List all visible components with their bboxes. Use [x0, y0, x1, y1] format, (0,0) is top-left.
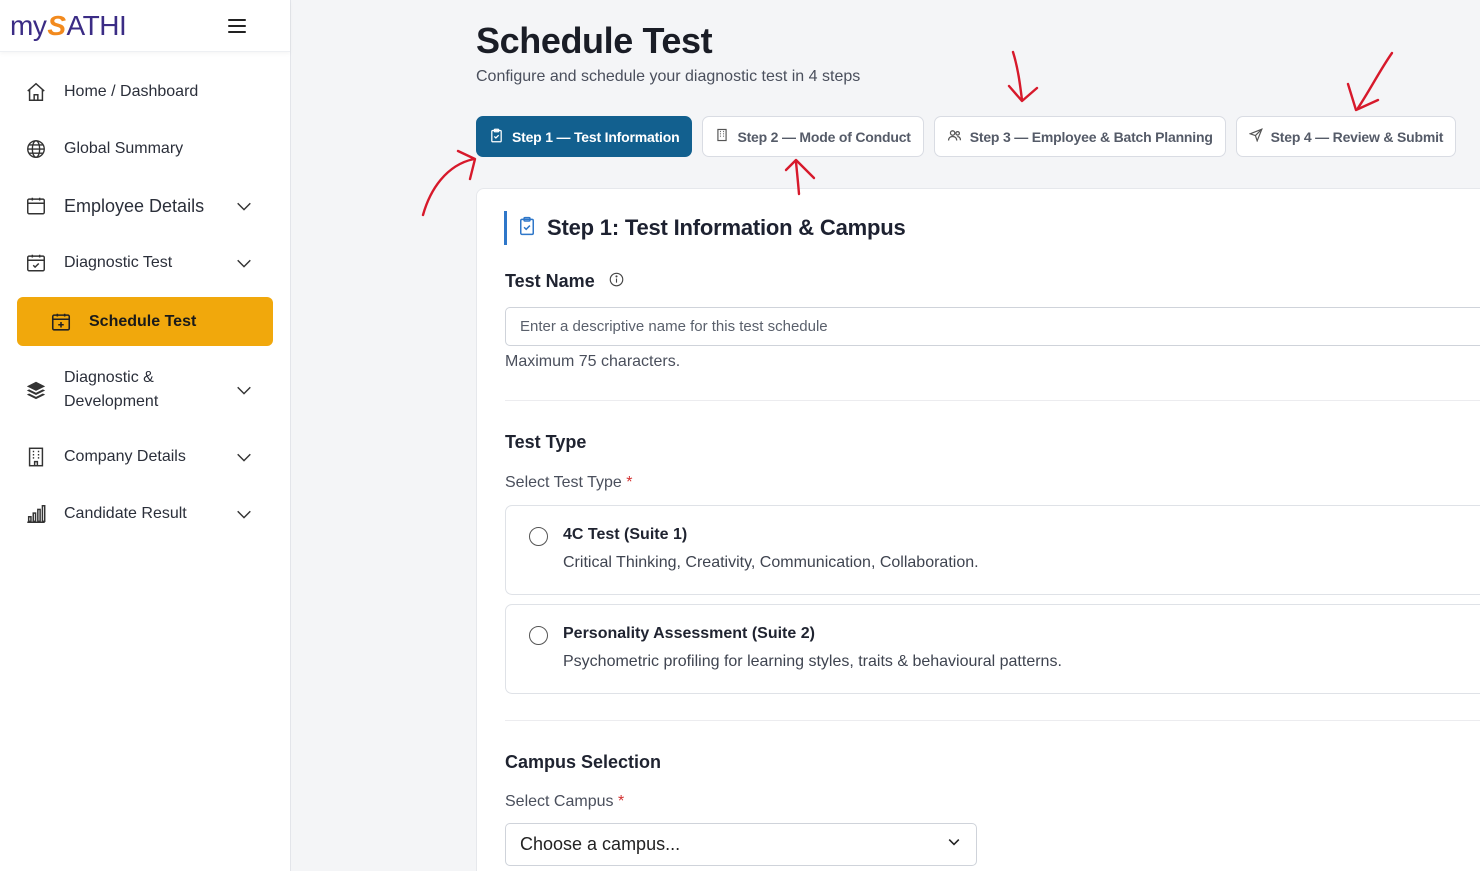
test-type-heading: Test Type	[505, 432, 587, 452]
step-1-card: Step 1: Test Information & Campus Test N…	[476, 188, 1480, 871]
option-description: Psychometric profiling for learning styl…	[563, 653, 1062, 670]
chevron-down-icon	[946, 834, 962, 855]
send-icon	[1248, 128, 1263, 145]
page-subtitle: Configure and schedule your diagnostic t…	[476, 68, 861, 85]
divider	[505, 400, 1480, 401]
main-content: Schedule Test Configure and schedule you…	[292, 0, 1480, 871]
divider	[505, 720, 1480, 721]
step-tab-3[interactable]: Step 3 — Employee & Batch Planning	[933, 116, 1226, 157]
clipboard-check-icon	[517, 216, 537, 241]
calendar-plus-icon	[49, 310, 73, 334]
sidebar-item-candidate-result[interactable]: Candidate Result	[0, 485, 290, 542]
chevron-down-icon[interactable]	[234, 447, 254, 467]
menu-toggle-icon[interactable]	[228, 18, 246, 33]
required-mark: *	[617, 793, 625, 810]
section-title: Step 1: Test Information & Campus	[547, 215, 906, 240]
test-type-option-personality[interactable]: Personality Assessment (Suite 2) Psychom…	[505, 604, 1480, 694]
test-name-label-row: Test Name	[505, 271, 624, 292]
test-type-label-text: Select Test Type	[505, 474, 622, 491]
step-tab-label: Step 2 — Mode of Conduct	[737, 128, 911, 145]
chevron-down-icon[interactable]	[234, 196, 254, 216]
sidebar-item-global-summary[interactable]: Global Summary	[0, 120, 290, 177]
logo[interactable]: my S ATHI	[10, 9, 127, 42]
calendar-check-icon	[24, 251, 48, 275]
logo-my: my	[10, 9, 47, 41]
calendar-icon	[24, 194, 48, 218]
option-title: Personality Assessment (Suite 2)	[563, 625, 815, 642]
sidebar-item-label: Home / Dashboard	[64, 82, 199, 100]
sidebar-item-employee-details[interactable]: Employee Details	[0, 177, 290, 234]
sidebar-item-label: Schedule Test	[89, 312, 197, 330]
globe-icon	[24, 137, 48, 161]
sidebar: my S ATHI Home / Dashboard Global Summary …	[0, 0, 291, 871]
sidebar-item-label: Candidate Result	[64, 504, 187, 522]
sidebar-item-label: Global Summary	[64, 139, 184, 157]
campus-label: Select Campus *	[505, 793, 624, 811]
campus-select-value: Choose a campus...	[520, 834, 681, 854]
step-tab-label: Step 1 — Test Information	[512, 128, 680, 145]
campus-select[interactable]: Choose a campus...	[505, 823, 977, 866]
test-name-label: Test Name	[505, 271, 595, 291]
test-name-hint: Maximum 75 characters.	[505, 353, 681, 370]
step-tabs: Step 1 — Test Information Step 2 — Mode …	[476, 116, 1457, 157]
clipboard-icon	[489, 128, 504, 146]
section-header: Step 1: Test Information & Campus	[504, 211, 906, 245]
test-type-label: Select Test Type *	[505, 474, 633, 492]
sidebar-item-diagnostic-development[interactable]: Diagnostic & Development	[0, 352, 290, 428]
test-name-input[interactable]	[505, 307, 1480, 346]
building-icon	[715, 128, 729, 145]
sidebar-item-label: Company Details	[64, 447, 186, 465]
users-icon	[947, 128, 962, 146]
logo-s: S	[47, 9, 66, 41]
chevron-down-icon[interactable]	[234, 253, 254, 273]
step-tab-1[interactable]: Step 1 — Test Information	[476, 116, 693, 157]
campus-heading: Campus Selection	[505, 752, 662, 772]
option-title: 4C Test (Suite 1)	[563, 526, 688, 543]
sidebar-item-diagnostic-test[interactable]: Diagnostic Test	[0, 234, 290, 291]
brand-bar: my S ATHI	[0, 0, 290, 52]
step-tab-2[interactable]: Step 2 — Mode of Conduct	[702, 116, 924, 157]
step-tab-label: Step 4 — Review & Submit	[1270, 128, 1444, 145]
sidebar-item-home[interactable]: Home / Dashboard	[0, 63, 290, 120]
building-icon	[24, 445, 48, 469]
sidebar-item-label: Diagnostic & Development	[64, 366, 234, 414]
chevron-down-icon[interactable]	[234, 380, 254, 400]
option-description: Critical Thinking, Creativity, Communica…	[563, 554, 979, 571]
campus-label-text: Select Campus	[505, 793, 614, 810]
layers-icon	[24, 378, 48, 402]
logo-rest: ATHI	[66, 9, 127, 41]
radio-button[interactable]	[529, 527, 548, 546]
bar-chart-icon	[24, 502, 48, 526]
sidebar-item-label-line1: Diagnostic &	[64, 369, 154, 386]
sidebar-item-label: Employee Details	[64, 195, 205, 216]
chevron-down-icon[interactable]	[234, 504, 254, 524]
sidebar-item-label-line2: Development	[64, 393, 159, 410]
step-tab-4[interactable]: Step 4 — Review & Submit	[1235, 116, 1457, 157]
radio-button[interactable]	[529, 626, 548, 645]
page-title: Schedule Test	[476, 20, 713, 61]
sidebar-nav: Home / Dashboard Global Summary Employee…	[0, 52, 290, 542]
info-icon[interactable]	[609, 271, 624, 292]
home-icon	[24, 80, 48, 104]
test-type-option-4c[interactable]: 4C Test (Suite 1) Critical Thinking, Cre…	[505, 505, 1480, 595]
step-tab-label: Step 3 — Employee & Batch Planning	[969, 128, 1213, 145]
sidebar-item-company-details[interactable]: Company Details	[0, 428, 290, 485]
sidebar-item-schedule-test[interactable]: Schedule Test	[17, 297, 273, 346]
sidebar-item-label: Diagnostic Test	[64, 253, 173, 271]
required-mark: *	[626, 474, 633, 491]
